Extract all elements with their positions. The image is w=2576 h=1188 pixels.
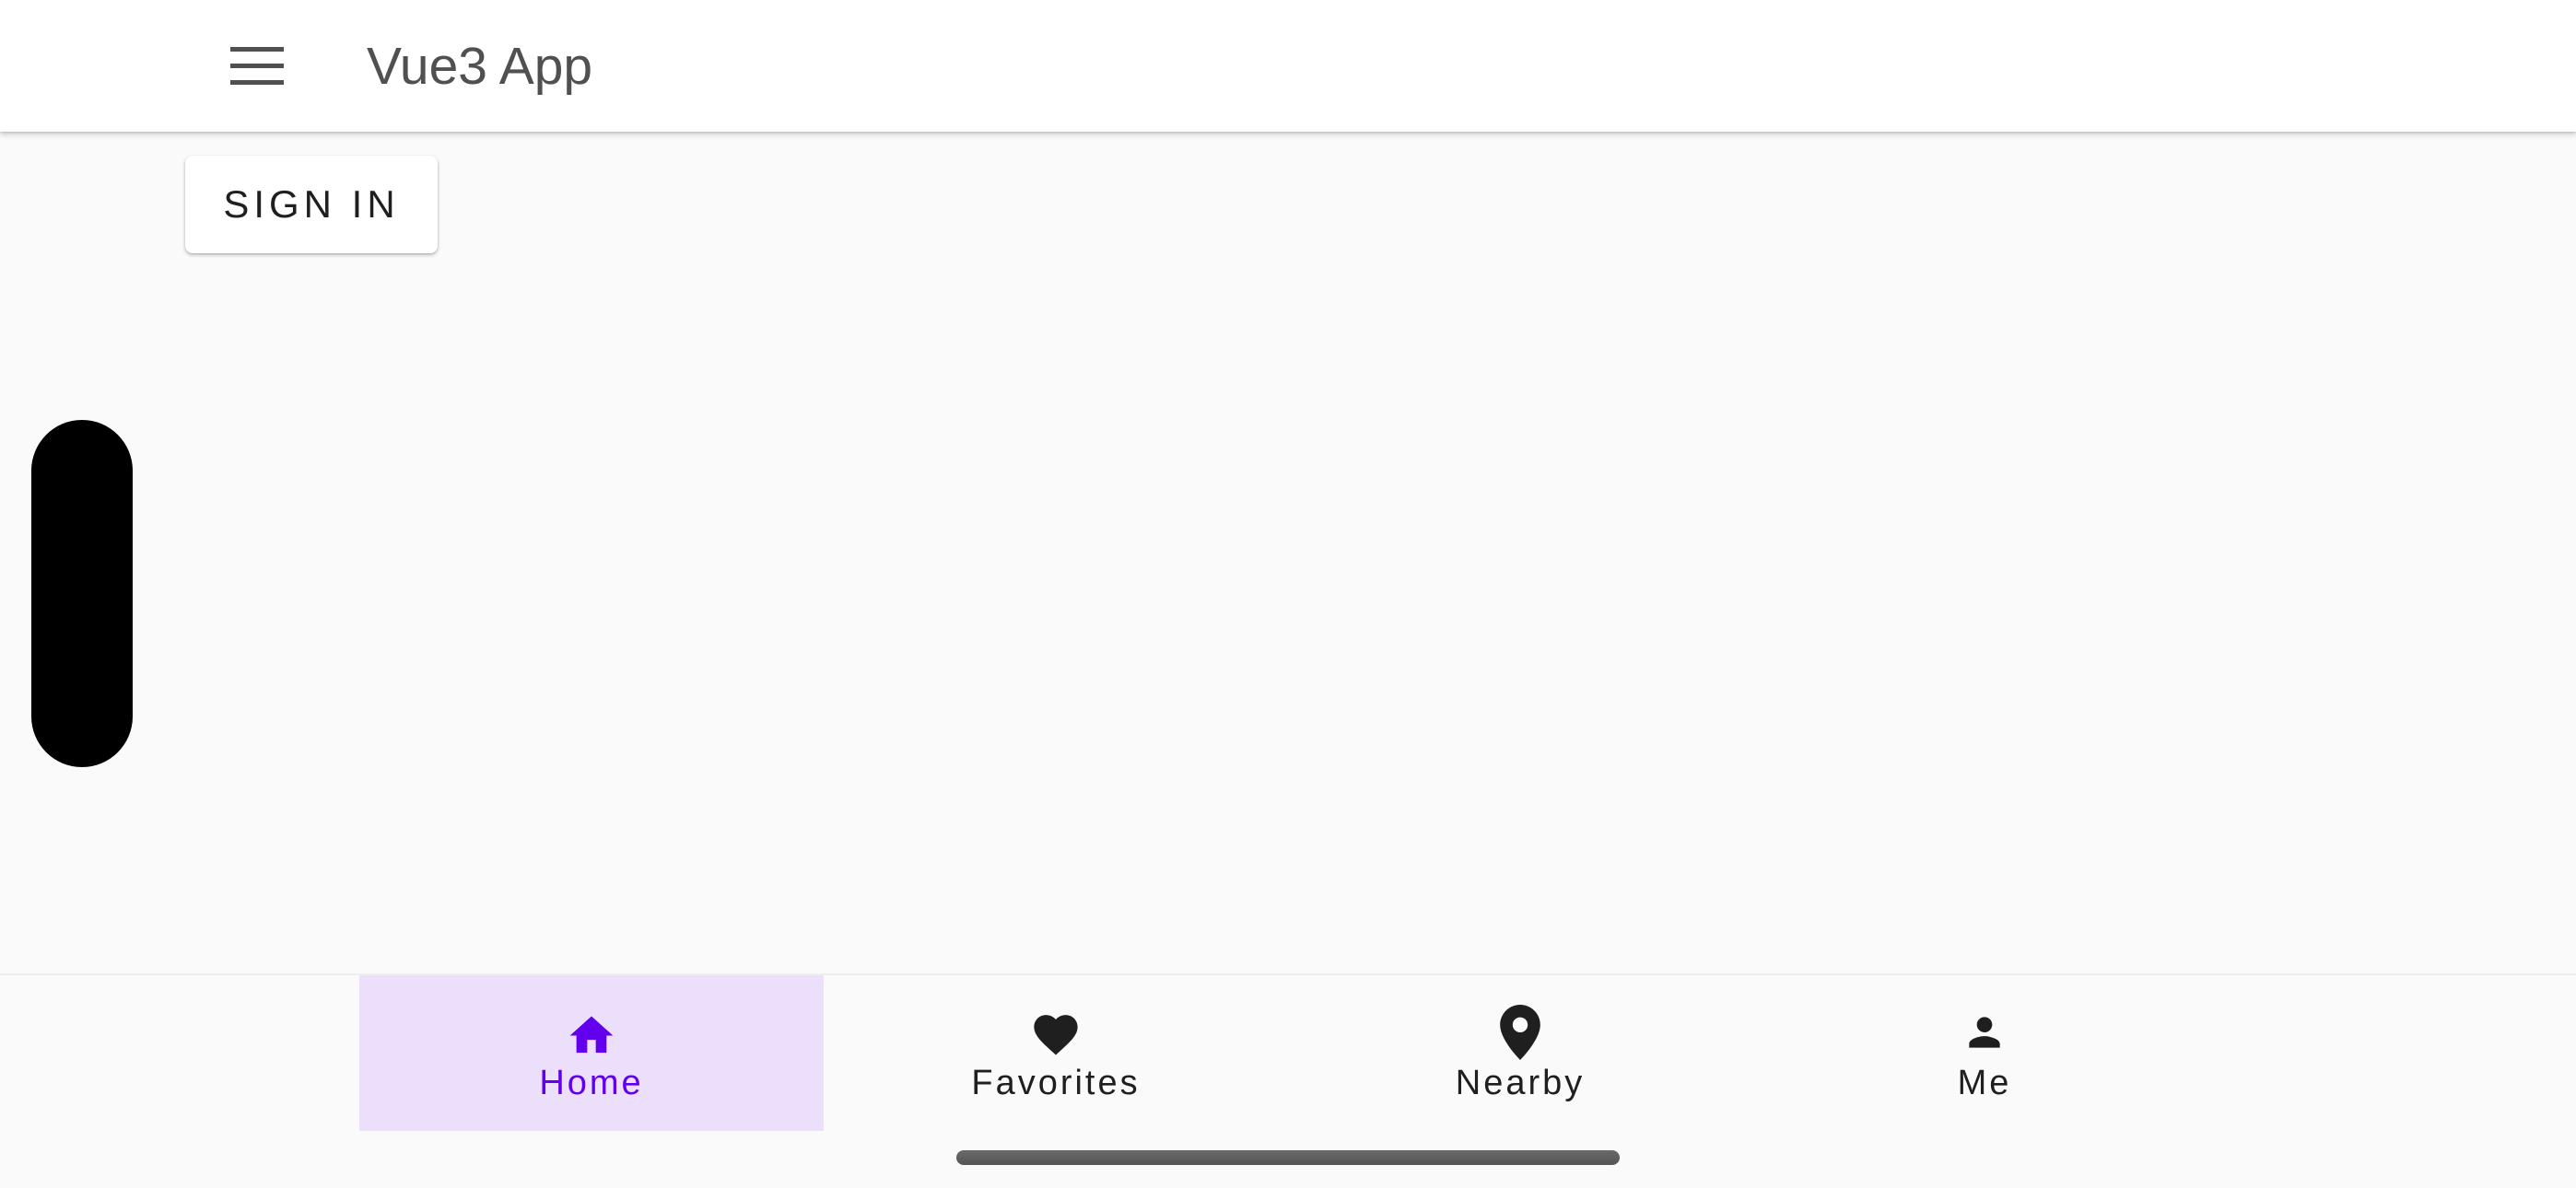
- side-pill-handle[interactable]: [31, 420, 133, 767]
- nav-item-me[interactable]: Me: [1752, 975, 2217, 1131]
- home-icon: [564, 1005, 619, 1060]
- nav-item-home[interactable]: Home: [359, 975, 824, 1131]
- app-title: Vue3 App: [367, 37, 593, 96]
- location-pin-icon: [1493, 1005, 1548, 1060]
- nav-item-label: Favorites: [971, 1064, 1141, 1102]
- sign-in-button[interactable]: SIGN IN: [185, 156, 438, 253]
- app-screen: Vue3 App SIGN IN Home Favorites Nearby M…: [0, 0, 2576, 1188]
- nav-item-nearby[interactable]: Nearby: [1288, 975, 1752, 1131]
- app-bar: Vue3 App: [0, 0, 2576, 132]
- person-icon: [1957, 1005, 2012, 1060]
- nav-item-label: Home: [539, 1064, 644, 1102]
- nav-item-label: Me: [1957, 1064, 2012, 1102]
- heart-icon: [1028, 1005, 1083, 1060]
- home-indicator[interactable]: [956, 1150, 1620, 1165]
- nav-item-label: Nearby: [1455, 1064, 1586, 1102]
- nav-item-favorites[interactable]: Favorites: [824, 975, 1288, 1131]
- hamburger-menu-icon: [230, 47, 284, 86]
- menu-button[interactable]: [217, 35, 297, 98]
